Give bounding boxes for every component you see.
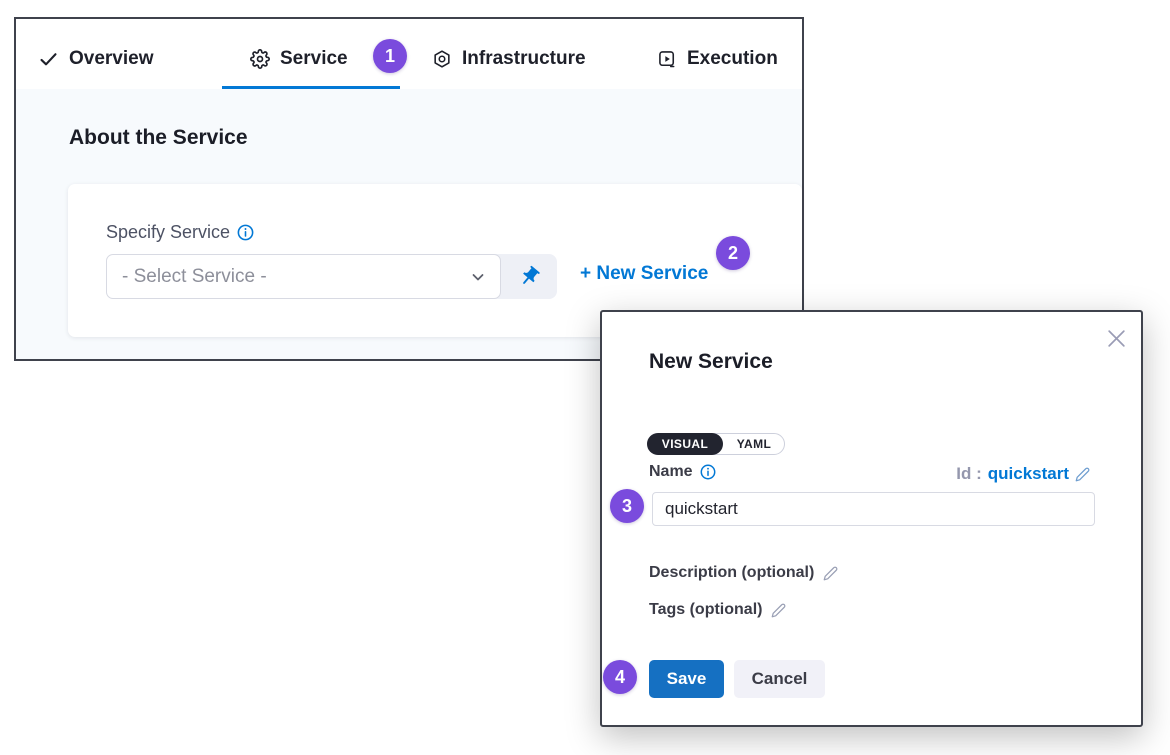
pin-button[interactable] <box>501 254 557 299</box>
step-badge-1: 1 <box>373 39 407 73</box>
play-square-icon <box>657 49 677 69</box>
service-select[interactable]: - Select Service - <box>106 254 501 299</box>
tab-infrastructure[interactable]: Infrastructure <box>432 42 586 76</box>
save-button[interactable]: Save <box>649 660 724 698</box>
tab-execution-label: Execution <box>687 48 778 70</box>
name-input[interactable] <box>652 492 1095 526</box>
step-badge-4: 4 <box>603 660 637 694</box>
info-icon[interactable] <box>237 224 254 241</box>
description-label: Description (optional) <box>649 564 814 582</box>
tab-service[interactable]: Service <box>250 42 348 76</box>
tags-label: Tags (optional) <box>649 601 762 619</box>
name-label-row: Name <box>649 463 716 481</box>
section-heading: About the Service <box>69 126 248 150</box>
service-id-row: Id : quickstart <box>956 464 1090 484</box>
info-icon[interactable] <box>700 464 716 480</box>
tags-row: Tags (optional) <box>649 601 786 619</box>
new-service-link[interactable]: + New Service <box>580 263 708 285</box>
tab-overview-label: Overview <box>69 48 154 70</box>
specify-service-label: Specify Service <box>106 222 230 243</box>
toggle-yaml[interactable]: YAML <box>724 434 784 454</box>
edit-tags-icon[interactable] <box>771 603 786 618</box>
tab-overview[interactable]: Overview <box>38 42 154 76</box>
visual-yaml-toggle: VISUAL YAML <box>647 433 785 455</box>
specify-service-label-row: Specify Service <box>106 222 254 243</box>
description-row: Description (optional) <box>649 564 838 582</box>
stage-tabbar: Overview Service Infrastructure Executio… <box>16 19 802 90</box>
service-select-group: - Select Service - <box>106 254 557 299</box>
edit-description-icon[interactable] <box>823 566 838 581</box>
step-badge-3: 3 <box>610 489 644 523</box>
name-label: Name <box>649 463 693 481</box>
service-select-placeholder: - Select Service - <box>122 266 267 288</box>
id-prefix: Id : <box>956 464 982 484</box>
new-service-modal: New Service VISUAL YAML Name Id : quicks… <box>600 310 1143 727</box>
id-value: quickstart <box>988 464 1069 484</box>
close-button[interactable] <box>1105 327 1127 349</box>
modal-title: New Service <box>649 350 773 374</box>
cancel-button[interactable]: Cancel <box>734 660 825 698</box>
toggle-visual[interactable]: VISUAL <box>647 433 723 455</box>
chevron-down-icon <box>470 269 486 285</box>
pin-icon <box>518 265 541 288</box>
edit-id-icon[interactable] <box>1075 467 1090 482</box>
tab-execution[interactable]: Execution <box>657 42 778 76</box>
hexagon-icon <box>432 49 452 69</box>
step-badge-2: 2 <box>716 236 750 270</box>
tab-infrastructure-label: Infrastructure <box>462 48 586 70</box>
gear-icon <box>250 49 270 69</box>
close-icon <box>1106 328 1127 349</box>
check-icon <box>38 49 59 70</box>
screenshot-root: Overview Service Infrastructure Executio… <box>0 0 1170 755</box>
tab-service-label: Service <box>280 48 348 70</box>
